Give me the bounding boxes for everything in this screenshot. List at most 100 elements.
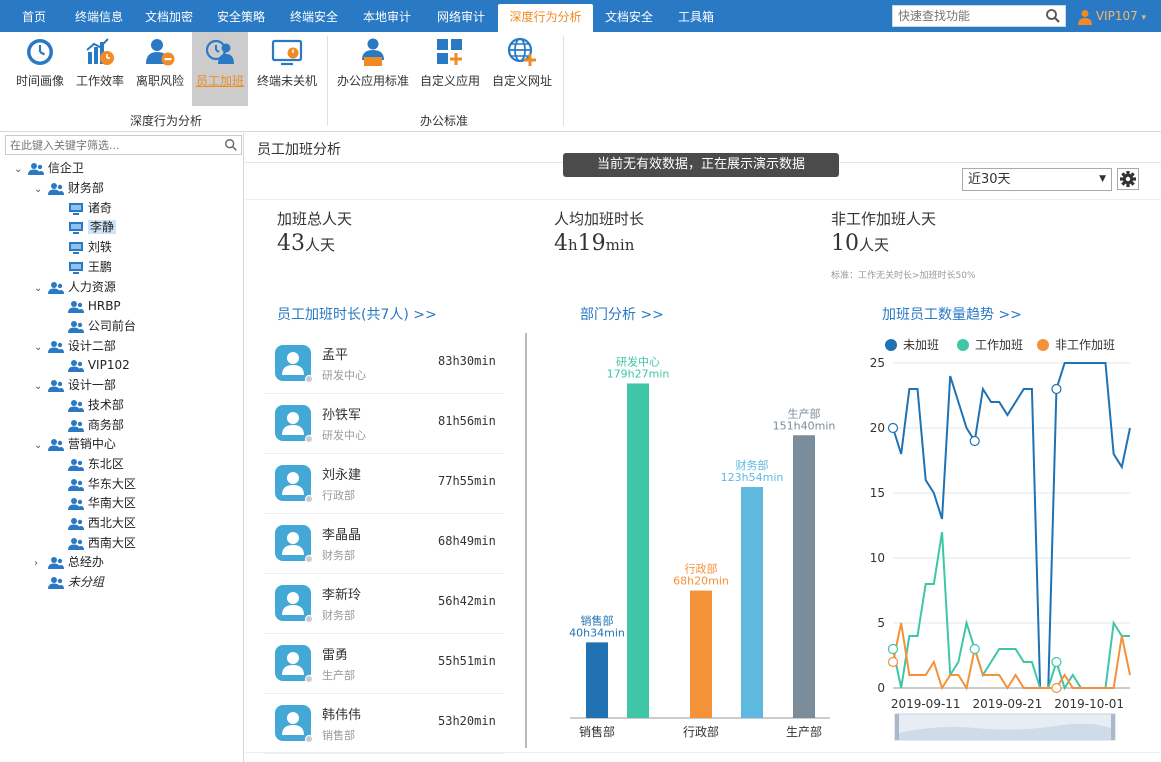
- employee-dept: 生产部: [322, 669, 355, 682]
- tree-node[interactable]: 西北大区: [68, 514, 136, 532]
- user-menu[interactable]: VIP107 ▾: [1078, 4, 1146, 28]
- department-analysis-link[interactable]: 部门分析 >>: [580, 304, 664, 324]
- tab-terminal-security[interactable]: 终端安全: [283, 4, 345, 32]
- tree-filter-input[interactable]: [6, 136, 216, 154]
- ribbon-custom-url-button[interactable]: 自定义网址: [490, 32, 554, 106]
- chevron-down-icon[interactable]: ⌄: [34, 437, 48, 455]
- user-group-icon: [48, 340, 64, 353]
- tab-doc-encrypt[interactable]: 文档加密: [138, 4, 200, 32]
- ribbon-resign-risk-button[interactable]: 离职风险: [132, 32, 188, 106]
- avatar: [275, 645, 313, 683]
- chevron-down-icon[interactable]: ⌄: [14, 161, 28, 179]
- tree-node[interactable]: 商务部: [68, 416, 124, 434]
- ribbon-terminal-on-button[interactable]: 终端未关机: [254, 32, 320, 106]
- employee-row[interactable]: 孙铁军 研发中心 81h56min: [264, 394, 504, 454]
- ribbon-overtime-button[interactable]: 员工加班: [192, 32, 248, 106]
- tree-node[interactable]: ⌄ 设计一部: [34, 376, 116, 394]
- employee-row[interactable]: 李晶晶 财务部 68h49min: [264, 514, 504, 574]
- data-point[interactable]: [887, 656, 899, 668]
- data-point[interactable]: [1051, 682, 1062, 694]
- stat-nonwork-days-value: 10人天: [831, 231, 889, 256]
- y-tick-label: 5: [877, 616, 885, 630]
- data-point[interactable]: [1051, 656, 1062, 668]
- tree-node[interactable]: › 总经办: [34, 553, 104, 571]
- overtime-trend-link[interactable]: 加班员工数量趋势 >>: [882, 304, 1022, 324]
- tree-node[interactable]: 刘轶: [68, 238, 112, 256]
- tab-toolbox[interactable]: 工具箱: [670, 4, 722, 32]
- ribbon-office-app-standard-button[interactable]: 办公应用标准: [334, 32, 412, 106]
- legend-marker: [885, 339, 897, 351]
- employee-dept: 销售部: [322, 729, 355, 742]
- tab-behavior-analysis[interactable]: 深度行为分析: [498, 4, 593, 32]
- tree-node[interactable]: 诸奇: [68, 199, 112, 217]
- employee-name: 韩伟伟: [322, 708, 362, 723]
- chevron-down-icon[interactable]: ⌄: [34, 378, 48, 396]
- chevron-down-icon[interactable]: ⌄: [34, 339, 48, 357]
- tree-node[interactable]: 未分组: [48, 573, 104, 591]
- tree-node-label: 王鹏: [87, 260, 112, 274]
- tree-node[interactable]: 李静: [68, 218, 116, 236]
- bar[interactable]: [741, 487, 763, 718]
- tree-node[interactable]: VIP102: [68, 356, 130, 374]
- employee-row[interactable]: 李新玲 财务部 56h42min: [264, 574, 504, 634]
- employee-row[interactable]: 孟平 研发中心 83h30min: [264, 334, 504, 394]
- search-icon[interactable]: [224, 138, 238, 152]
- tab-network-audit[interactable]: 网络审计: [430, 4, 492, 32]
- chevron-down-icon[interactable]: ⌄: [34, 280, 48, 298]
- tab-terminal-info[interactable]: 终端信息: [64, 4, 134, 32]
- ribbon-custom-app-button[interactable]: 自定义应用: [418, 32, 482, 106]
- employee-row[interactable]: 韩伟伟 销售部 53h20min: [264, 694, 504, 754]
- tree-node-label: VIP102: [87, 358, 130, 372]
- tree-node[interactable]: ⌄ 财务部: [34, 179, 104, 197]
- tree-node[interactable]: ⌄ 营销中心: [34, 435, 116, 453]
- bar[interactable]: [627, 383, 649, 718]
- bar-category-label: 财务部: [736, 458, 769, 472]
- stat-total-days-value: 43人天: [277, 231, 335, 256]
- tree-node[interactable]: ⌄ 人力资源: [34, 278, 116, 296]
- tree-node[interactable]: 华东大区: [68, 475, 136, 493]
- tree-node[interactable]: 东北区: [68, 455, 124, 473]
- tree-node[interactable]: 华南大区: [68, 494, 136, 512]
- ribbon-time-portrait-button[interactable]: 时间画像: [14, 32, 66, 106]
- tab-security-policy[interactable]: 安全策略: [210, 4, 272, 32]
- data-point[interactable]: [969, 643, 980, 655]
- period-select[interactable]: 近30天 ▼: [962, 168, 1112, 191]
- tree-node[interactable]: ⌄ 设计二部: [34, 337, 116, 355]
- tree-node[interactable]: ⌄ 信企卫: [14, 159, 84, 177]
- tab-local-audit[interactable]: 本地审计: [356, 4, 418, 32]
- tab-home[interactable]: 首页: [13, 4, 55, 32]
- employee-dept: 研发中心: [322, 429, 366, 442]
- chevron-right-icon[interactable]: ›: [34, 555, 48, 573]
- data-point[interactable]: [969, 435, 980, 447]
- tree-node[interactable]: 公司前台: [68, 317, 136, 335]
- zoom-handle-right[interactable]: [1111, 714, 1115, 740]
- tree-node[interactable]: 王鹏: [68, 258, 112, 276]
- search-icon[interactable]: [1045, 8, 1061, 24]
- employee-row[interactable]: 刘永建 行政部 77h55min: [264, 454, 504, 514]
- tree-node[interactable]: 技术部: [68, 396, 124, 414]
- bar[interactable]: [586, 642, 608, 718]
- data-point[interactable]: [887, 643, 899, 655]
- org-tree-panel: ⌄ 信企卫 ⌄ 财务部 诸奇 李静 刘轶 王鹏 ⌄ 人力资源 HRBP 公司前台 ⌄ …: [0, 133, 244, 762]
- settings-button[interactable]: [1117, 168, 1139, 190]
- computer-icon: [69, 241, 83, 254]
- y-tick-label: 20: [870, 421, 885, 435]
- data-point[interactable]: [887, 422, 899, 434]
- employee-name: 雷勇: [322, 648, 349, 663]
- tree-node[interactable]: 西南大区: [68, 534, 136, 552]
- zoom-handle-left[interactable]: [895, 714, 899, 740]
- ribbon-resign-risk-label: 离职风险: [135, 74, 184, 88]
- tab-doc-security[interactable]: 文档安全: [598, 4, 660, 32]
- stat-avg-minutes: 19: [577, 231, 606, 256]
- data-point[interactable]: [1051, 383, 1062, 395]
- chevron-down-icon[interactable]: ⌄: [34, 181, 48, 199]
- bar[interactable]: [690, 590, 712, 718]
- stat-avg-hours-unit: h: [568, 236, 578, 254]
- legend-label: 非工作加班: [1055, 338, 1115, 352]
- bar[interactable]: [793, 435, 815, 718]
- quick-search-input[interactable]: [893, 6, 1043, 26]
- tree-node[interactable]: HRBP: [68, 297, 121, 315]
- employee-row[interactable]: 雷勇 生产部 55h51min: [264, 634, 504, 694]
- employee-overtime-link[interactable]: 员工加班时长(共7人) >>: [277, 304, 437, 324]
- ribbon-work-efficiency-button[interactable]: 工作效率: [72, 32, 128, 106]
